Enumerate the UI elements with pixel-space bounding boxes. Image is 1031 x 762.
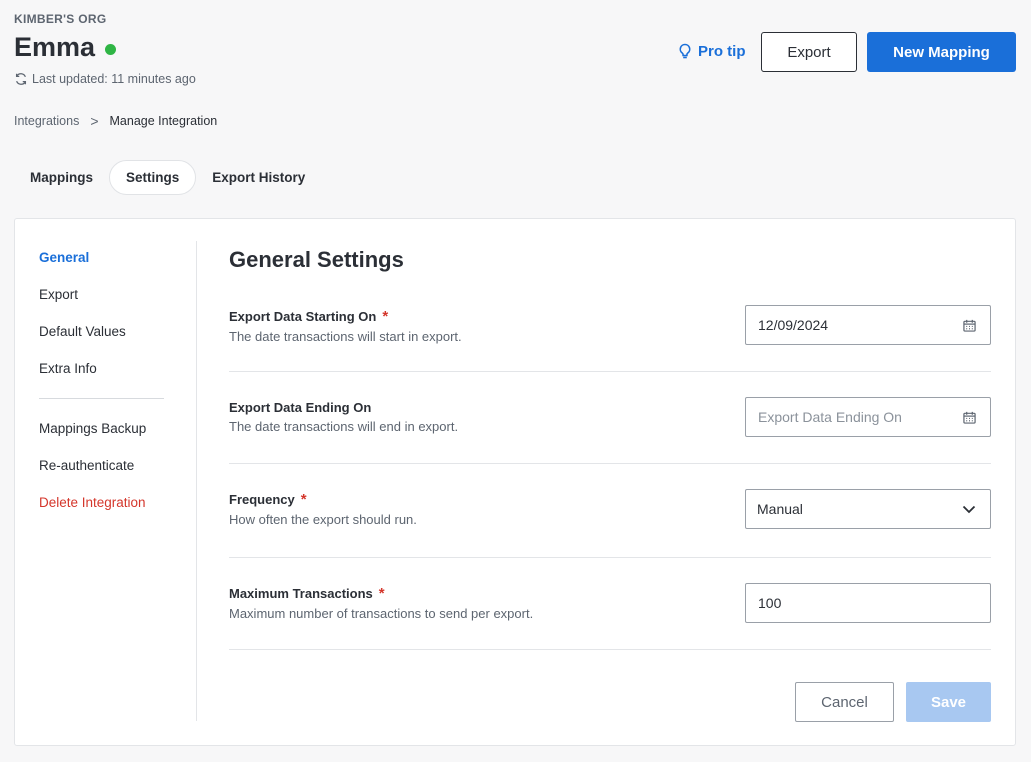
- field-description: How often the export should run.: [229, 512, 417, 527]
- required-asterisk: *: [300, 491, 307, 508]
- sidenav-item-extra-info[interactable]: Extra Info: [39, 350, 189, 387]
- sidenav-item-delete-integration[interactable]: Delete Integration: [39, 484, 189, 521]
- field-label-text: Maximum Transactions: [229, 586, 373, 601]
- sidenav-separator: [196, 241, 197, 721]
- pro-tip-link[interactable]: Pro tip: [678, 43, 746, 60]
- sidenav-divider: [39, 398, 164, 399]
- field-row-max-transactions: Maximum Transactions * Maximum number of…: [229, 583, 991, 650]
- field-label-text: Export Data Ending On: [229, 400, 372, 415]
- field-label: Frequency *: [229, 491, 417, 508]
- field-row-end-date: Export Data Ending On The date transacti…: [229, 397, 991, 464]
- tab-mappings[interactable]: Mappings: [14, 160, 109, 195]
- sidenav-item-general[interactable]: General: [39, 239, 189, 276]
- breadcrumb-current: Manage Integration: [109, 114, 218, 128]
- breadcrumb-separator: >: [90, 113, 99, 129]
- field-row-start-date: Export Data Starting On * The date trans…: [229, 305, 991, 372]
- field-description: The date transactions will end in export…: [229, 419, 459, 434]
- frequency-value: Manual: [757, 501, 803, 517]
- settings-card: General Export Default Values Extra Info…: [14, 218, 1016, 746]
- page-title: Emma: [14, 32, 117, 63]
- required-asterisk: *: [382, 308, 389, 325]
- field-description: Maximum number of transactions to send p…: [229, 606, 534, 621]
- start-date-value: 12/09/2024: [758, 317, 829, 333]
- integration-name: Emma: [14, 32, 96, 62]
- tab-export-history[interactable]: Export History: [196, 160, 321, 195]
- frequency-select[interactable]: Manual: [745, 489, 991, 529]
- field-description: The date transactions will start in expo…: [229, 329, 462, 344]
- cancel-button[interactable]: Cancel: [795, 682, 894, 722]
- max-transactions-input[interactable]: 100: [745, 583, 991, 623]
- sidenav-item-default-values[interactable]: Default Values: [39, 313, 189, 350]
- chevron-down-icon: [962, 505, 976, 513]
- refresh-icon: [15, 73, 27, 85]
- field-row-frequency: Frequency * How often the export should …: [229, 489, 991, 558]
- field-label-text: Frequency: [229, 492, 295, 507]
- calendar-icon[interactable]: [963, 319, 976, 332]
- breadcrumb-integrations[interactable]: Integrations: [14, 114, 79, 128]
- export-button[interactable]: Export: [761, 32, 857, 72]
- calendar-icon[interactable]: [963, 411, 976, 424]
- end-date-input[interactable]: Export Data Ending On: [745, 397, 991, 437]
- breadcrumb: Integrations > Manage Integration: [14, 113, 217, 129]
- pro-tip-label: Pro tip: [698, 43, 746, 60]
- tab-settings[interactable]: Settings: [109, 160, 197, 195]
- lightbulb-icon: [679, 43, 691, 59]
- field-label: Maximum Transactions *: [229, 585, 533, 602]
- end-date-placeholder: Export Data Ending On: [758, 409, 902, 425]
- settings-sidenav: General Export Default Values Extra Info…: [39, 239, 189, 521]
- section-heading: General Settings: [229, 247, 404, 272]
- tab-bar: Mappings Settings Export History: [14, 160, 321, 195]
- start-date-input[interactable]: 12/09/2024: [745, 305, 991, 345]
- status-dot: [105, 44, 117, 55]
- last-updated: Last updated: 11 minutes ago: [14, 72, 196, 86]
- field-label: Export Data Starting On *: [229, 308, 462, 325]
- new-mapping-button[interactable]: New Mapping: [867, 32, 1016, 72]
- sidenav-item-reauthenticate[interactable]: Re-authenticate: [39, 447, 189, 484]
- save-button[interactable]: Save: [906, 682, 991, 722]
- sidenav-item-mappings-backup[interactable]: Mappings Backup: [39, 410, 189, 447]
- required-asterisk: *: [378, 585, 385, 602]
- max-transactions-value: 100: [758, 595, 782, 611]
- field-label-text: Export Data Starting On: [229, 309, 377, 324]
- last-updated-text: Last updated: 11 minutes ago: [32, 72, 196, 86]
- org-name: KIMBER'S ORG: [14, 12, 107, 26]
- field-label: Export Data Ending On: [229, 400, 458, 415]
- sidenav-item-export[interactable]: Export: [39, 276, 189, 313]
